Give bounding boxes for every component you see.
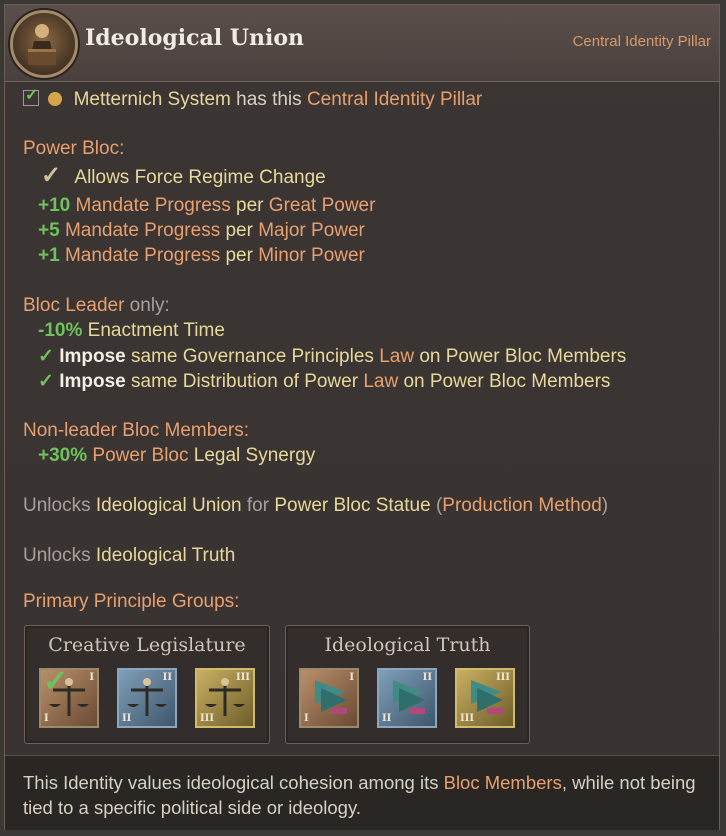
principles-heading: Primary Principle Groups: xyxy=(23,591,240,612)
unlocks-prefix: Unlocks xyxy=(23,545,96,566)
synergy-line: +30% Power Bloc Legal Synergy xyxy=(38,445,315,467)
mandate-rank: Minor Power xyxy=(258,245,365,266)
selected-check-icon: ✓ xyxy=(43,665,69,698)
impose-label: Impose xyxy=(59,346,126,367)
mandate-line: +5 Mandate Progress per Major Power xyxy=(38,220,365,242)
scales-icon[interactable]: III III xyxy=(195,668,255,728)
unlocks-line: Unlocks Ideological Truth xyxy=(23,545,235,567)
owner-line-text: has this xyxy=(230,89,307,110)
description-text: This Identity values ideological cohesio… xyxy=(23,770,713,820)
tier-label: II xyxy=(162,672,172,683)
unlocks-for: for xyxy=(241,495,275,516)
checkbox-icon: ✓ xyxy=(23,87,39,106)
power-bloc-heading: Power Bloc: xyxy=(23,138,125,159)
mandate-value: +1 xyxy=(38,245,60,266)
enactment-label: Enactment Time xyxy=(87,320,225,341)
unlock-item[interactable]: Ideological Union xyxy=(96,495,242,516)
production-method-link[interactable]: Production Method xyxy=(442,495,602,516)
leader-heading: Bloc Leader only: xyxy=(23,295,170,317)
mandate-per: per xyxy=(220,245,259,266)
mandate-line: +1 Mandate Progress per Minor Power xyxy=(38,245,365,267)
flag-icon[interactable]: II II xyxy=(377,668,437,728)
paren-open: ( xyxy=(430,495,443,516)
flag-icon[interactable]: I I xyxy=(299,668,359,728)
unlock-item[interactable]: Ideological Truth xyxy=(96,545,235,566)
check-icon: ✓ xyxy=(38,346,54,367)
law-link[interactable]: Law xyxy=(379,346,414,367)
description-pre: This Identity values ideological cohesio… xyxy=(23,772,444,793)
tier-label: III xyxy=(235,672,250,683)
impose-tail: on Power Bloc Members xyxy=(398,371,611,392)
bloc-members-link[interactable]: Bloc Members xyxy=(444,772,562,793)
mandate-per: per xyxy=(220,220,259,241)
scales-icon[interactable]: ✓ I I xyxy=(39,665,99,728)
tier-label: III xyxy=(495,672,510,683)
tooltip-title: Ideological Union xyxy=(85,25,304,51)
flag-icon[interactable]: III III xyxy=(455,668,515,728)
tier-label: II xyxy=(382,713,392,724)
impose-text: same Governance Principles xyxy=(125,346,380,367)
tier-label: III xyxy=(200,713,215,724)
synergy-value: +30% xyxy=(38,445,88,466)
mandate-rank: Great Power xyxy=(268,195,376,216)
mandate-value: +5 xyxy=(38,220,60,241)
unlocks-line: Unlocks Ideological Union for Power Bloc… xyxy=(23,495,608,517)
members-heading: Non-leader Bloc Members: xyxy=(23,420,249,441)
paren-close: ) xyxy=(601,495,609,516)
tier-label: III xyxy=(460,713,475,724)
mandate-label: Mandate Progress xyxy=(75,195,231,216)
tier-label: I xyxy=(304,713,309,724)
enactment-value: -10% xyxy=(38,320,83,341)
tier-label: I xyxy=(349,672,354,683)
leader-portrait-icon xyxy=(10,10,78,78)
mandate-line: +10 Mandate Progress per Great Power xyxy=(38,195,375,217)
pillar-link[interactable]: Central Identity Pillar xyxy=(307,89,482,110)
tier-label: I xyxy=(89,672,94,683)
power-bloc-link[interactable]: Power Bloc xyxy=(92,445,188,466)
leader-only: only: xyxy=(124,295,170,316)
law-link[interactable]: Law xyxy=(363,371,398,392)
ideology-icon xyxy=(48,92,63,106)
mandate-label: Mandate Progress xyxy=(64,220,221,241)
tier-label: II xyxy=(122,713,132,724)
mandate-per: per xyxy=(230,195,269,216)
mandate-rank: Major Power xyxy=(258,220,365,241)
impose-line: ✓ Impose same Distribution of Power Law … xyxy=(38,370,610,393)
ideology-name[interactable]: Metternich System xyxy=(74,89,231,110)
tooltip-header: Ideological Union Central Identity Pilla… xyxy=(5,5,719,82)
tooltip-subtitle: Central Identity Pillar xyxy=(572,33,711,50)
building-link[interactable]: Power Bloc Statue xyxy=(274,495,430,516)
tier-label: I xyxy=(44,713,49,724)
impose-text: same Distribution of Power xyxy=(125,371,364,392)
leader-heading-label: Bloc Leader xyxy=(23,295,125,316)
impose-line: ✓ Impose same Governance Principles Law … xyxy=(38,345,626,368)
allows-text: Allows Force Regime Change xyxy=(74,167,326,188)
scales-icon[interactable]: II II xyxy=(117,668,177,728)
principle-group-title: Ideological Truth xyxy=(324,634,491,656)
principle-group-title: Creative Legislature xyxy=(48,634,246,656)
unlocks-prefix: Unlocks xyxy=(23,495,96,516)
impose-tail: on Power Bloc Members xyxy=(414,346,627,367)
description-footer: This Identity values ideological cohesio… xyxy=(5,755,719,830)
owner-line: ✓ Metternich System has this Central Ide… xyxy=(23,87,482,111)
tooltip-panel: Ideological Union Central Identity Pilla… xyxy=(4,4,720,830)
check-icon: ✓ xyxy=(38,371,54,392)
impose-label: Impose xyxy=(59,371,126,392)
allows-line: ✓ Allows Force Regime Change xyxy=(41,161,326,190)
principle-group-ideological-truth[interactable]: Ideological Truth I I II II III III xyxy=(285,625,530,744)
principle-group-creative-legislature[interactable]: Creative Legislature ✓ I I II II III III xyxy=(24,625,270,744)
enactment-line: -10% Enactment Time xyxy=(38,320,225,342)
mandate-value: +10 xyxy=(38,195,71,216)
synergy-label: Legal Synergy xyxy=(188,445,316,466)
check-icon: ✓ xyxy=(41,162,62,189)
mandate-label: Mandate Progress xyxy=(64,245,221,266)
tier-label: II xyxy=(422,672,432,683)
